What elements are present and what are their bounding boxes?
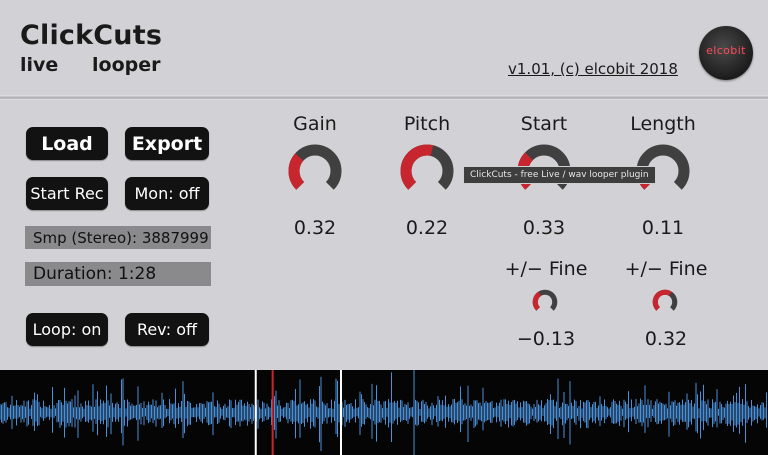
brand: ClickCuts live looper bbox=[20, 20, 163, 76]
waveform-display[interactable] bbox=[0, 370, 768, 455]
plugin-panel: ClickCuts live looper v1.01, (c) elcobit… bbox=[0, 0, 768, 370]
length-fine-knob[interactable] bbox=[652, 289, 678, 315]
monitor-toggle[interactable]: Mon: off bbox=[125, 177, 209, 210]
pitch-label: Pitch bbox=[403, 113, 451, 135]
start-label: Start bbox=[520, 113, 568, 135]
pitch-value: 0.22 bbox=[405, 217, 449, 239]
gain-knob[interactable] bbox=[287, 143, 343, 199]
length-fine-label: +/− Fine bbox=[624, 258, 708, 280]
sample-count-display: Smp (Stereo): 3887999 bbox=[25, 226, 211, 249]
start-fine-knob[interactable] bbox=[532, 289, 558, 315]
loop-toggle[interactable]: Loop: on bbox=[26, 313, 108, 346]
knob-value-arc bbox=[532, 291, 542, 311]
length-fine-value: 0.32 bbox=[644, 328, 688, 350]
elcobit-logo[interactable]: elcobit bbox=[699, 26, 753, 80]
export-button[interactable]: Export bbox=[125, 127, 209, 160]
length-label: Length bbox=[630, 113, 696, 135]
duration-display: Duration: 1:28 bbox=[25, 262, 211, 286]
knob-value-arc bbox=[652, 289, 672, 311]
waveform-trace bbox=[0, 370, 767, 455]
knob-value-arc bbox=[400, 144, 434, 190]
app-subtitle-looper: looper bbox=[92, 54, 161, 76]
length-value: 0.11 bbox=[641, 217, 685, 239]
start-rec-button[interactable]: Start Rec bbox=[26, 177, 108, 210]
gain-value: 0.32 bbox=[293, 217, 337, 239]
start-fine-value: −0.13 bbox=[516, 328, 576, 350]
load-button[interactable]: Load bbox=[26, 127, 108, 160]
start-value: 0.33 bbox=[522, 217, 566, 239]
tooltip: ClickCuts - free Live / wav looper plugi… bbox=[464, 167, 655, 183]
start-fine-label: +/− Fine bbox=[504, 258, 588, 280]
app-subtitle-live: live bbox=[20, 54, 59, 76]
reverse-toggle[interactable]: Rev: off bbox=[125, 313, 209, 346]
version-link[interactable]: v1.01, (c) elcobit 2018 bbox=[508, 60, 678, 78]
logo-text: elcobit bbox=[706, 44, 746, 57]
knob-value-arc bbox=[288, 153, 305, 190]
pitch-knob[interactable] bbox=[399, 143, 455, 199]
app-title: ClickCuts bbox=[20, 20, 163, 51]
divider bbox=[0, 95, 768, 100]
gain-label: Gain bbox=[293, 113, 337, 135]
